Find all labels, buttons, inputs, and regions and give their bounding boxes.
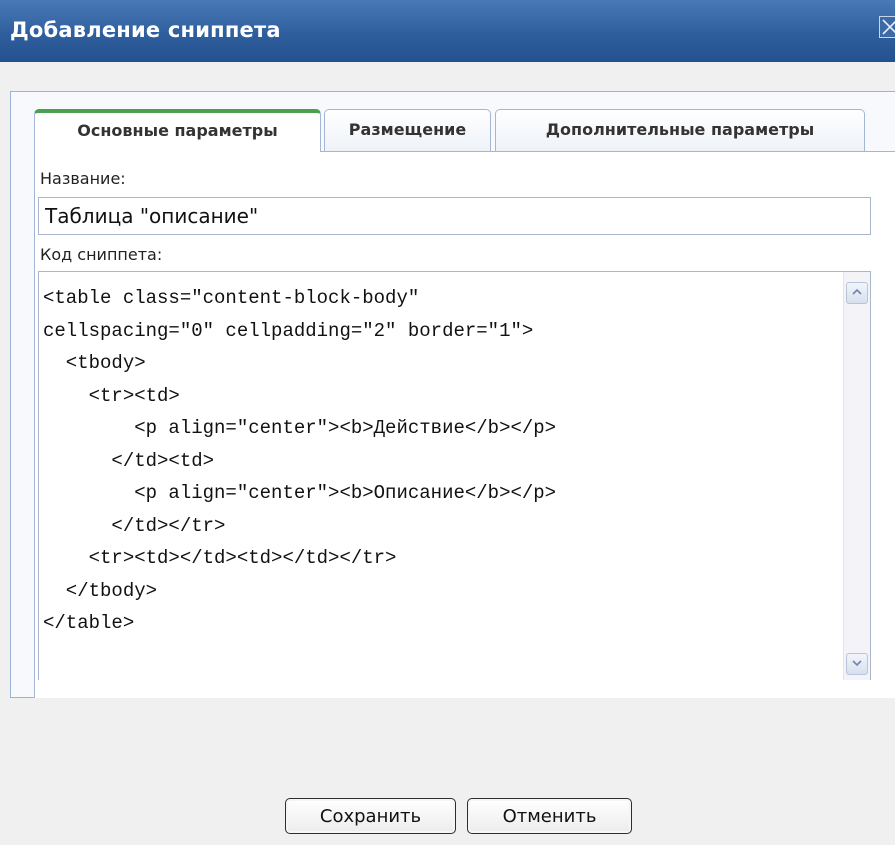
tab-content: Название: Код сниппета: <table class="co… [34,151,895,698]
tab-placement[interactable]: Размещение [324,109,491,152]
tab-label: Размещение [348,120,467,139]
tab-bar: Основные параметры Размещение Дополнител… [34,109,895,152]
chevron-down-icon [847,659,867,667]
code-label: Код сниппета: [40,245,163,264]
vertical-scrollbar[interactable] [843,272,870,680]
code-textarea[interactable]: <table class="content-block-body" cellsp… [38,271,871,680]
tab-additional-parameters[interactable]: Дополнительные параметры [495,109,865,152]
tab-main-parameters[interactable]: Основные параметры [34,109,321,152]
scroll-down-button[interactable] [846,653,868,675]
tab-label: Основные параметры [77,121,278,140]
scroll-up-button[interactable] [846,282,868,304]
name-label: Название: [40,169,126,188]
tab-label: Дополнительные параметры [545,120,815,139]
cancel-button[interactable]: Отменить [467,798,632,834]
chevron-up-icon [847,288,867,296]
name-input[interactable] [38,197,871,235]
dialog-titlebar: Добавление сниппета [0,0,895,62]
tab-panel: Основные параметры Размещение Дополнител… [10,91,895,698]
code-content[interactable]: <table class="content-block-body" cellsp… [43,282,833,640]
save-button[interactable]: Сохранить [285,798,456,834]
dialog-title: Добавление сниппета [10,18,281,42]
close-icon[interactable] [879,16,895,38]
